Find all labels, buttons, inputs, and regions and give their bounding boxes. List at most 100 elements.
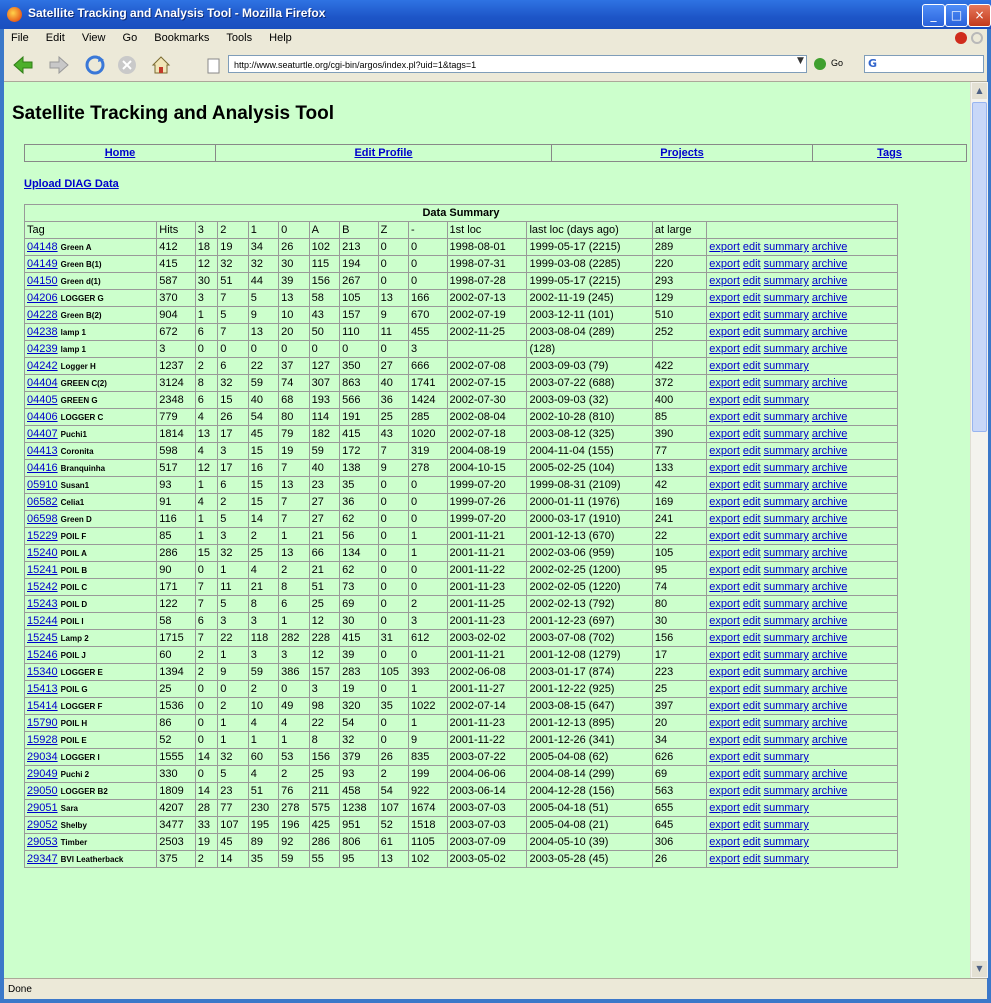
export-link[interactable]: export	[709, 445, 740, 457]
edit-link[interactable]: edit	[743, 734, 761, 746]
edit-link[interactable]: edit	[743, 581, 761, 593]
minimize-button[interactable]: _	[922, 4, 945, 27]
archive-link[interactable]: archive	[812, 530, 847, 542]
tag-link[interactable]: 04404	[27, 377, 58, 389]
tag-link[interactable]: 29049	[27, 768, 58, 780]
scroll-down-icon[interactable]: ▼	[972, 961, 987, 977]
summary-link[interactable]: summary	[764, 275, 809, 287]
summary-link[interactable]: summary	[764, 785, 809, 797]
tag-link[interactable]: 15244	[27, 615, 58, 627]
tag-link[interactable]: 15340	[27, 666, 58, 678]
summary-link[interactable]: summary	[764, 343, 809, 355]
menu-help[interactable]: Help	[262, 29, 299, 47]
tag-link[interactable]: 06582	[27, 496, 58, 508]
vertical-scrollbar[interactable]: ▲ ▼	[970, 82, 988, 978]
nav-home[interactable]: Home	[105, 147, 136, 159]
edit-link[interactable]: edit	[743, 717, 761, 729]
tag-link[interactable]: 04148	[27, 241, 58, 253]
go-icon[interactable]	[814, 58, 826, 70]
summary-link[interactable]: summary	[764, 445, 809, 457]
menu-view[interactable]: View	[75, 29, 113, 47]
url-field[interactable]: http://www.seaturtle.org/cgi-bin/argos/i…	[228, 55, 807, 73]
edit-link[interactable]: edit	[743, 428, 761, 440]
summary-link[interactable]: summary	[764, 649, 809, 661]
edit-link[interactable]: edit	[743, 615, 761, 627]
summary-link[interactable]: summary	[764, 547, 809, 559]
archive-link[interactable]: archive	[812, 785, 847, 797]
export-link[interactable]: export	[709, 394, 740, 406]
summary-link[interactable]: summary	[764, 683, 809, 695]
summary-link[interactable]: summary	[764, 802, 809, 814]
summary-link[interactable]: summary	[764, 666, 809, 678]
tag-link[interactable]: 04150	[27, 275, 58, 287]
export-link[interactable]: export	[709, 836, 740, 848]
nav-tags[interactable]: Tags	[877, 147, 902, 159]
export-link[interactable]: export	[709, 462, 740, 474]
summary-link[interactable]: summary	[764, 241, 809, 253]
tag-link[interactable]: 04413	[27, 445, 58, 457]
archive-link[interactable]: archive	[812, 615, 847, 627]
menu-tools[interactable]: Tools	[219, 29, 259, 47]
export-link[interactable]: export	[709, 530, 740, 542]
tag-link[interactable]: 04407	[27, 428, 58, 440]
summary-link[interactable]: summary	[764, 258, 809, 270]
summary-link[interactable]: summary	[764, 819, 809, 831]
archive-link[interactable]: archive	[812, 666, 847, 678]
tag-link[interactable]: 15229	[27, 530, 58, 542]
summary-link[interactable]: summary	[764, 581, 809, 593]
tag-link[interactable]: 15414	[27, 700, 58, 712]
summary-link[interactable]: summary	[764, 394, 809, 406]
archive-link[interactable]: archive	[812, 717, 847, 729]
edit-link[interactable]: edit	[743, 462, 761, 474]
edit-link[interactable]: edit	[743, 411, 761, 423]
edit-link[interactable]: edit	[743, 751, 761, 763]
archive-link[interactable]: archive	[812, 411, 847, 423]
edit-link[interactable]: edit	[743, 598, 761, 610]
summary-link[interactable]: summary	[764, 462, 809, 474]
edit-link[interactable]: edit	[743, 309, 761, 321]
home-icon[interactable]	[150, 54, 172, 76]
edit-link[interactable]: edit	[743, 632, 761, 644]
tag-link[interactable]: 04406	[27, 411, 58, 423]
archive-link[interactable]: archive	[812, 581, 847, 593]
summary-link[interactable]: summary	[764, 564, 809, 576]
export-link[interactable]: export	[709, 683, 740, 695]
nav-projects[interactable]: Projects	[660, 147, 703, 159]
edit-link[interactable]: edit	[743, 445, 761, 457]
close-button[interactable]: ×	[968, 4, 991, 27]
export-link[interactable]: export	[709, 326, 740, 338]
archive-link[interactable]: archive	[812, 428, 847, 440]
export-link[interactable]: export	[709, 802, 740, 814]
export-link[interactable]: export	[709, 734, 740, 746]
summary-link[interactable]: summary	[764, 768, 809, 780]
export-link[interactable]: export	[709, 496, 740, 508]
export-link[interactable]: export	[709, 700, 740, 712]
tag-link[interactable]: 04228	[27, 309, 58, 321]
export-link[interactable]: export	[709, 513, 740, 525]
maximize-button[interactable]: □	[945, 4, 968, 27]
archive-link[interactable]: archive	[812, 632, 847, 644]
edit-link[interactable]: edit	[743, 241, 761, 253]
tag-link[interactable]: 15245	[27, 632, 58, 644]
archive-link[interactable]: archive	[812, 649, 847, 661]
summary-link[interactable]: summary	[764, 632, 809, 644]
edit-link[interactable]: edit	[743, 530, 761, 542]
edit-link[interactable]: edit	[743, 292, 761, 304]
edit-link[interactable]: edit	[743, 683, 761, 695]
summary-link[interactable]: summary	[764, 377, 809, 389]
nav-edit-profile[interactable]: Edit Profile	[354, 147, 412, 159]
edit-link[interactable]: edit	[743, 666, 761, 678]
archive-link[interactable]: archive	[812, 309, 847, 321]
reload-icon[interactable]	[84, 54, 106, 76]
tag-link[interactable]: 04238	[27, 326, 58, 338]
export-link[interactable]: export	[709, 377, 740, 389]
archive-link[interactable]: archive	[812, 768, 847, 780]
export-link[interactable]: export	[709, 853, 740, 865]
menu-file[interactable]: File	[4, 29, 36, 47]
tag-link[interactable]: 15240	[27, 547, 58, 559]
summary-link[interactable]: summary	[764, 700, 809, 712]
archive-link[interactable]: archive	[812, 547, 847, 559]
export-link[interactable]: export	[709, 632, 740, 644]
edit-link[interactable]: edit	[743, 513, 761, 525]
summary-link[interactable]: summary	[764, 309, 809, 321]
